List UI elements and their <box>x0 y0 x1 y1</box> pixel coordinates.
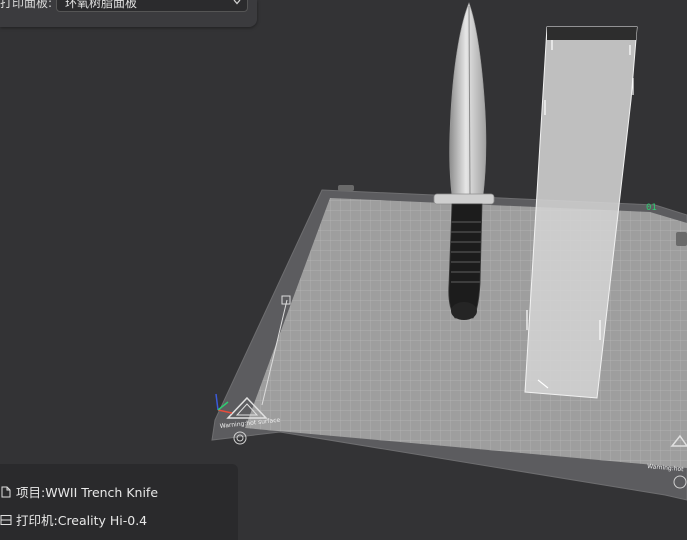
printer-icon <box>0 515 12 525</box>
plate-type-dropdown[interactable]: 环氧树脂面板 <box>56 0 248 12</box>
project-name-row: 项目:WWII Trench Knife <box>0 482 158 504</box>
plate-number: 01 <box>646 203 657 213</box>
plate-type-value: 环氧树脂面板 <box>65 0 138 10</box>
printer-name: 打印机:Creality Hi-0.4 <box>16 513 148 528</box>
chevron-down-icon <box>233 0 241 5</box>
plate-settings-panel: 打印面板: 环氧树脂面板 <box>0 0 257 27</box>
plate-tab <box>676 232 687 246</box>
plate-tab <box>338 185 354 191</box>
project-info-panel: 项目:WWII Trench Knife 打印机:Creality Hi-0.4 <box>0 464 238 540</box>
project-name: 项目:WWII Trench Knife <box>16 485 159 500</box>
plate-type-label: 打印面板: <box>0 0 53 10</box>
3d-viewport[interactable]: 01 Warning:hot surface Warning:hot <box>0 0 687 540</box>
file-icon <box>1 486 11 498</box>
printer-name-row: 打印机:Creality Hi-0.4 <box>0 510 147 532</box>
